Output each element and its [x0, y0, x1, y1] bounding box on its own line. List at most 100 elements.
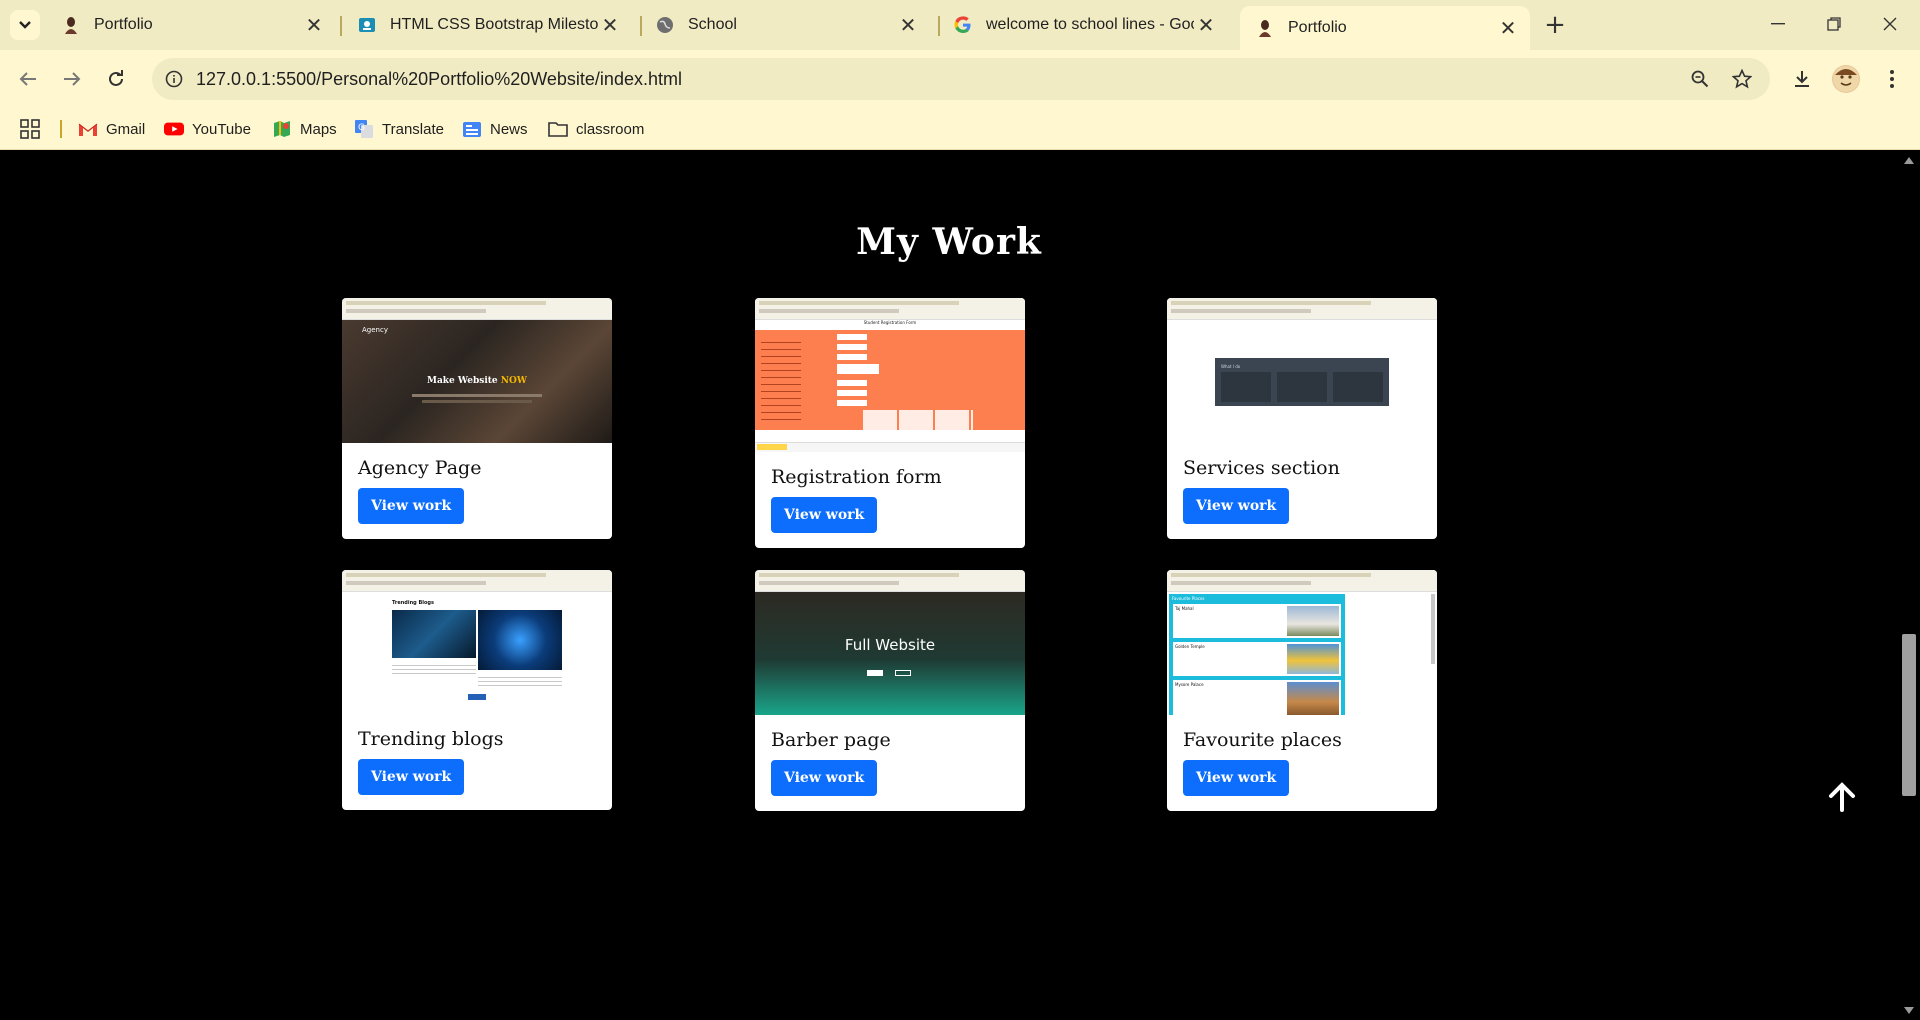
page-scrollbar[interactable]: [1898, 151, 1920, 1020]
page-viewport: My Work Agency Make Website NOW Agency P…: [0, 151, 1898, 1020]
thumb-heading: Trending Blogs: [392, 600, 434, 606]
apps-button[interactable]: [20, 115, 40, 143]
bookmarks-bar: Gmail YouTube Maps G Translate News clas…: [0, 108, 1920, 150]
project-card-registration: Student Registration Form Registration f…: [755, 298, 1025, 548]
tab-title: welcome to school lines - Goog: [986, 16, 1194, 33]
view-work-button[interactable]: View work: [1183, 760, 1290, 796]
tab-html-css-bootstrap[interactable]: HTML CSS Bootstrap Milestone ✕: [342, 8, 632, 42]
close-icon: [1883, 17, 1897, 31]
bookmark-label: YouTube: [192, 120, 251, 138]
project-thumbnail-trending-blogs[interactable]: Trending Blogs: [342, 570, 612, 714]
portfolio-favicon-icon: [1256, 19, 1274, 37]
section-title: My Work: [856, 221, 1042, 263]
thumb-brand: Agency: [362, 326, 388, 334]
minimize-icon: [1771, 23, 1785, 25]
thumb-heading: Student Registration Form: [863, 320, 917, 325]
project-card-trending-blogs: Trending Blogs Trending blogs View work: [342, 570, 612, 810]
tab-title: Portfolio: [94, 16, 153, 33]
forward-button[interactable]: [56, 63, 88, 95]
google-icon: [954, 16, 972, 34]
close-window-button[interactable]: [1862, 0, 1918, 48]
project-thumbnail-registration[interactable]: Student Registration Form: [755, 298, 1025, 452]
new-tab-button[interactable]: +: [1540, 10, 1570, 40]
arrow-left-icon: [19, 72, 36, 86]
minimize-button[interactable]: [1750, 0, 1806, 48]
tab-school[interactable]: School ✕: [640, 8, 930, 42]
tab-search-button[interactable]: [10, 10, 40, 40]
tab-strip: Portfolio ✕ HTML CSS Bootstrap Milestone…: [0, 0, 1920, 50]
tab-portfolio-1[interactable]: Portfolio ✕: [46, 8, 336, 42]
bookmark-label: classroom: [576, 120, 645, 138]
thumb-heading-text: Make Website: [427, 376, 498, 386]
bookmark-youtube[interactable]: YouTube: [164, 115, 251, 143]
downloads-button[interactable]: [1786, 63, 1818, 95]
classroom-favicon-icon: [358, 16, 376, 34]
tab-google-search[interactable]: welcome to school lines - Goog ✕: [938, 8, 1228, 42]
arrow-up-icon: [1829, 782, 1855, 812]
zoom-icon[interactable]: [1688, 67, 1712, 91]
svg-text:G: G: [358, 123, 365, 133]
project-title: Registration form: [771, 466, 942, 488]
bookmark-label: Translate: [382, 120, 444, 138]
kebab-menu-icon: [1890, 70, 1894, 88]
view-work-button[interactable]: View work: [771, 497, 878, 533]
project-thumbnail-favourite-places[interactable]: Favourite Places Taj Mahal Golden Temple…: [1167, 570, 1437, 715]
browser-menu-button[interactable]: [1876, 63, 1908, 95]
reload-icon: [109, 70, 123, 86]
arrow-right-icon: [64, 72, 81, 86]
close-tab-icon[interactable]: ✕: [896, 13, 920, 37]
scroll-to-top-button[interactable]: [1822, 777, 1862, 817]
bookmarks-separator: [60, 120, 62, 138]
profile-button[interactable]: [1830, 63, 1862, 95]
bookmark-star-icon[interactable]: [1730, 67, 1754, 91]
thumb-heading: Make Website NOW: [342, 376, 612, 386]
reload-button[interactable]: [100, 63, 132, 95]
thumb-item: Taj Mahal: [1175, 606, 1194, 611]
project-thumbnail-agency[interactable]: Agency Make Website NOW: [342, 298, 612, 443]
bookmark-gmail[interactable]: Gmail: [78, 115, 145, 143]
scroll-down-arrow-icon[interactable]: [1904, 1007, 1914, 1014]
view-work-button[interactable]: View work: [771, 760, 878, 796]
close-tab-icon[interactable]: ✕: [598, 13, 622, 37]
view-work-button[interactable]: View work: [358, 488, 465, 524]
bookmark-label: News: [490, 120, 528, 138]
bookmark-classroom-folder[interactable]: classroom: [548, 115, 644, 143]
folder-icon: [548, 119, 568, 139]
bookmark-news[interactable]: News: [462, 115, 528, 143]
project-title: Services section: [1183, 457, 1340, 479]
thumb-item: Mysore Palace: [1175, 682, 1204, 687]
thumb-heading-accent: NOW: [500, 376, 527, 386]
chevron-down-icon: [19, 21, 31, 29]
close-tab-icon[interactable]: ✕: [302, 13, 326, 37]
project-thumbnail-barber[interactable]: Full Website: [755, 570, 1025, 715]
restore-button[interactable]: [1806, 0, 1862, 48]
bookmark-label: Maps: [300, 120, 337, 138]
download-icon: [1795, 71, 1809, 87]
tab-title: Portfolio: [1288, 19, 1347, 36]
thumb-item: Golden Temple: [1175, 644, 1205, 649]
project-card-agency: Agency Make Website NOW Agency Page View…: [342, 298, 612, 539]
project-title: Favourite places: [1183, 729, 1342, 751]
project-card-favourite-places: Favourite Places Taj Mahal Golden Temple…: [1167, 570, 1437, 811]
address-bar[interactable]: 127.0.0.1:5500/Personal%20Portfolio%20We…: [152, 58, 1770, 100]
globe-icon: [656, 16, 674, 34]
close-tab-icon[interactable]: ✕: [1194, 13, 1218, 37]
thumb-heading: What I do: [1221, 364, 1241, 369]
scrollbar-thumb[interactable]: [1902, 634, 1916, 796]
close-tab-icon[interactable]: ✕: [1496, 16, 1520, 40]
project-card-services: What I do Services section View work: [1167, 298, 1437, 539]
view-work-button[interactable]: View work: [358, 759, 465, 795]
project-card-barber: Full Website Barber page View work: [755, 570, 1025, 811]
news-icon: [462, 119, 482, 139]
back-button[interactable]: [12, 63, 44, 95]
avatar: [1832, 65, 1860, 93]
scroll-up-arrow-icon[interactable]: [1904, 157, 1914, 164]
site-info-icon[interactable]: [162, 67, 186, 91]
view-work-button[interactable]: View work: [1183, 488, 1290, 524]
bookmark-translate[interactable]: G Translate: [354, 115, 444, 143]
tab-portfolio-active[interactable]: Portfolio ✕: [1240, 6, 1530, 50]
bookmark-maps[interactable]: Maps: [272, 115, 337, 143]
restore-icon: [1827, 17, 1841, 31]
maps-icon: [272, 119, 292, 139]
project-thumbnail-services[interactable]: What I do: [1167, 298, 1437, 443]
